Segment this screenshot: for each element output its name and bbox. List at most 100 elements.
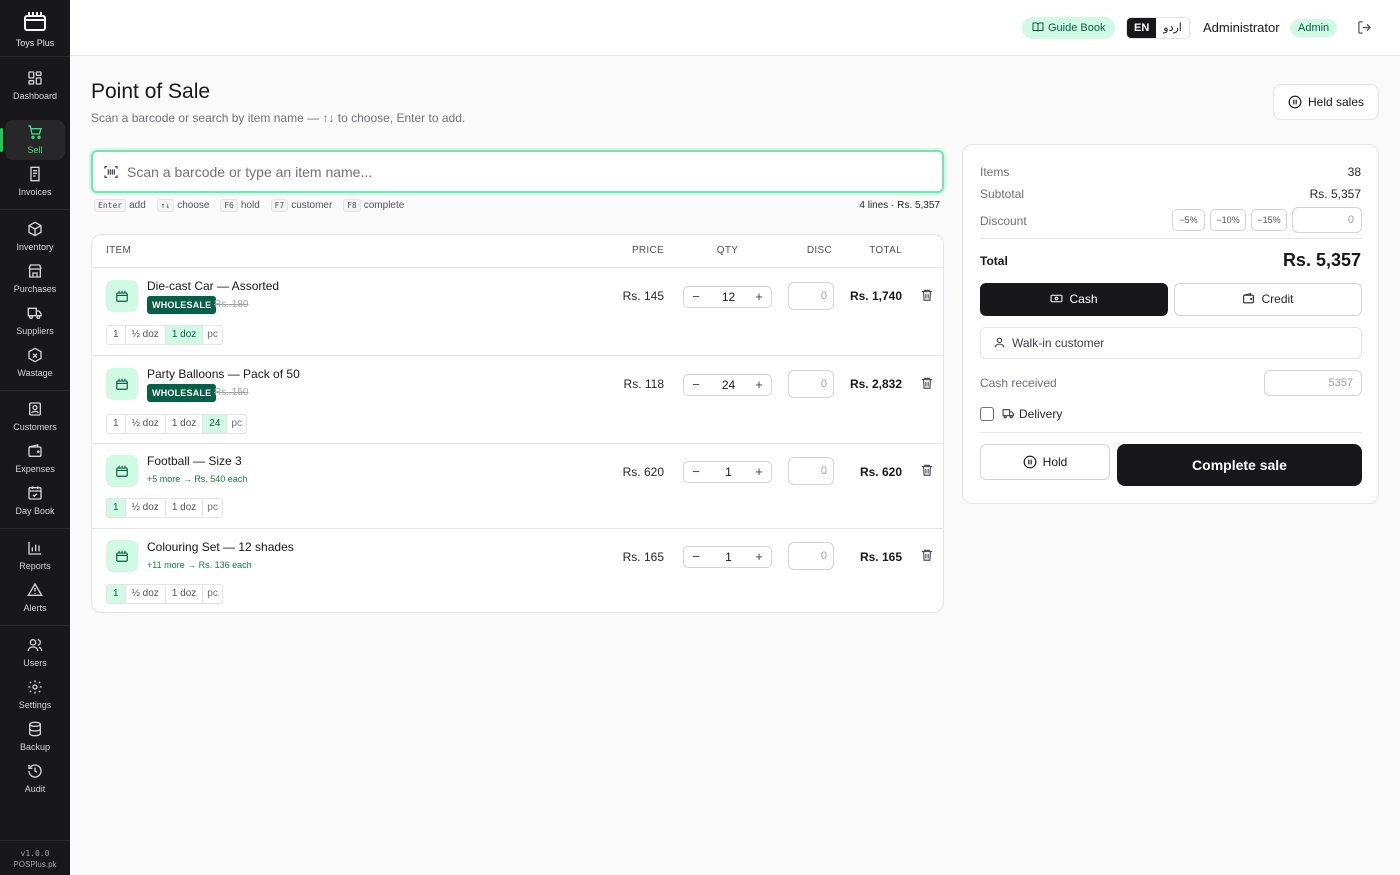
pay-cash-button[interactable]: Cash <box>980 283 1168 316</box>
hold-sale-button[interactable]: Hold <box>980 444 1110 480</box>
discount-input[interactable]: 0 <box>1292 207 1362 233</box>
unit-selector: 1½ doz 1 doz pc <box>106 584 223 604</box>
vendor-name: POSPlus.pk <box>13 860 57 869</box>
sidebar-item-expenses[interactable]: Expenses <box>5 439 65 479</box>
unit-option-half-doz[interactable]: ½ doz <box>126 585 166 603</box>
unit-option-1-doz[interactable]: 1 doz <box>166 415 204 433</box>
sidebar-item-alerts[interactable]: Alerts <box>5 578 65 618</box>
sidebar-divider <box>0 56 70 57</box>
qty-decrease-button[interactable]: − <box>686 287 706 307</box>
discount-10-button[interactable]: −10% <box>1210 209 1246 231</box>
role-badge: Admin <box>1290 19 1338 37</box>
sidebar-item-users[interactable]: Users <box>5 633 65 673</box>
sidebar-item-inventory[interactable]: Inventory <box>5 217 65 257</box>
sidebar-item-backup[interactable]: Backup <box>5 717 65 757</box>
unit-option-1-doz[interactable]: 1 doz <box>166 585 204 603</box>
sidebar-item-purchases[interactable]: Purchases <box>5 259 65 299</box>
qty-value[interactable]: 24 <box>706 375 751 395</box>
original-price: Rs. 180 <box>214 299 249 310</box>
sidebar-divider <box>0 840 70 841</box>
guide-book-button[interactable]: Guide Book <box>1022 17 1116 39</box>
pay-credit-button[interactable]: Credit <box>1174 283 1362 316</box>
remove-item-button[interactable] <box>920 463 934 482</box>
sidebar-item-settings[interactable]: Settings <box>5 675 65 715</box>
qty-value[interactable]: 1 <box>706 462 751 482</box>
hold-label: Hold <box>1042 455 1068 469</box>
invoice-icon <box>30 166 40 182</box>
unit-option-pc[interactable]: pc <box>227 415 246 433</box>
wholesale-badge: WHOLESALE <box>147 296 217 314</box>
cash-received-input[interactable]: 5357 <box>1264 370 1362 396</box>
qty-decrease-button[interactable]: − <box>686 375 706 395</box>
unit-option-1-doz[interactable]: 1 doz <box>165 326 204 344</box>
discount-15-button[interactable]: −15% <box>1251 209 1287 231</box>
sidebar-item-day-book[interactable]: Day Book <box>5 481 65 521</box>
unit-option-pc[interactable]: pc <box>203 326 222 344</box>
sidebar-item-reports[interactable]: Reports <box>5 536 65 576</box>
unit-option-pc[interactable]: pc <box>203 585 222 603</box>
item-discount-input[interactable]: 0 <box>788 370 834 398</box>
sidebar-item-suppliers[interactable]: Suppliers <box>5 301 65 341</box>
hint-f7: F7 customer <box>270 199 332 212</box>
keyboard-hints: Enter add ↑↓ choose F6 hold F7 customer F8 co… <box>94 199 412 212</box>
unit-option-half-doz[interactable]: ½ doz <box>126 326 166 344</box>
unit-option-1[interactable]: 1 <box>107 326 126 344</box>
logout-button[interactable] <box>1357 20 1372 40</box>
sidebar-item-sell[interactable]: Sell <box>0 120 65 160</box>
sidebar-divider <box>0 390 70 391</box>
item-discount-input[interactable]: 0 <box>788 542 834 570</box>
qty-increase-button[interactable]: + <box>749 287 769 307</box>
unit-option-1[interactable]: 1 <box>107 499 126 517</box>
hint-f6: F6 hold <box>220 199 260 212</box>
qty-value[interactable]: 1 <box>706 547 751 567</box>
complete-sale-button[interactable]: Complete sale <box>1117 444 1362 486</box>
remove-item-button[interactable] <box>920 548 934 567</box>
item-discount-input[interactable]: 0 <box>788 457 834 485</box>
quantity-stepper: − 12 + <box>683 286 772 308</box>
sidebar-item-audit[interactable]: Audit <box>5 759 65 799</box>
sidebar-item-wastage[interactable]: Wastage <box>5 343 65 383</box>
trash-icon <box>921 464 933 476</box>
item-discount-input[interactable]: 0 <box>788 282 834 310</box>
unit-option-1[interactable]: 1 <box>107 585 126 603</box>
book-icon <box>1032 22 1044 32</box>
items-count-label: Items <box>980 165 1010 179</box>
remove-item-button[interactable] <box>920 376 934 395</box>
qty-increase-button[interactable]: + <box>749 462 769 482</box>
held-sales-button[interactable]: Held sales <box>1273 84 1379 120</box>
lang-en-option[interactable]: EN <box>1127 18 1157 38</box>
remove-item-button[interactable] <box>920 288 934 307</box>
subtotal-label: Subtotal <box>980 187 1025 201</box>
wholesale-badge: WHOLESALE <box>147 384 217 402</box>
pay-cash-label: Cash <box>1069 292 1098 306</box>
unit-selector: 1½ doz 1 doz 24 pc <box>106 414 247 434</box>
qty-value[interactable]: 12 <box>706 287 751 307</box>
qty-decrease-button[interactable]: − <box>686 462 706 482</box>
sidebar-item-label: Backup <box>19 742 51 752</box>
delivery-checkbox[interactable] <box>980 407 994 421</box>
hint-key: ↑↓ <box>156 199 175 212</box>
qty-decrease-button[interactable]: − <box>686 547 706 567</box>
customer-selector[interactable]: Walk-in customer <box>980 327 1362 359</box>
search-input[interactable] <box>127 160 927 184</box>
unit-option-half-doz[interactable]: ½ doz <box>126 499 166 517</box>
unit-option-pc[interactable]: pc <box>203 499 222 517</box>
discount-5-button[interactable]: −5% <box>1172 209 1205 231</box>
unit-option-1[interactable]: 1 <box>107 415 126 433</box>
sidebar-item-invoices[interactable]: Invoices <box>5 162 65 202</box>
sidebar-item-label: Invoices <box>18 187 52 197</box>
unit-option-half-doz[interactable]: ½ doz <box>126 415 166 433</box>
unit-option-1-doz[interactable]: 1 doz <box>166 499 204 517</box>
sidebar-item-label: Customers <box>13 422 57 432</box>
discount-label: Discount <box>980 214 1027 228</box>
sidebar-item-customers[interactable]: Customers <box>5 397 65 437</box>
sidebar-item-label: Wastage <box>17 368 53 378</box>
item-price: Rs. 620 <box>622 465 664 479</box>
qty-increase-button[interactable]: + <box>749 375 769 395</box>
quantity-stepper: − 1 + <box>683 546 772 568</box>
unit-option-24[interactable]: 24 <box>203 415 228 433</box>
qty-increase-button[interactable]: + <box>749 547 769 567</box>
delivery-option[interactable]: Delivery <box>1002 407 1062 421</box>
sidebar-item-dashboard[interactable]: Dashboard <box>5 66 65 106</box>
lang-ur-option[interactable]: اردو <box>1156 18 1189 38</box>
